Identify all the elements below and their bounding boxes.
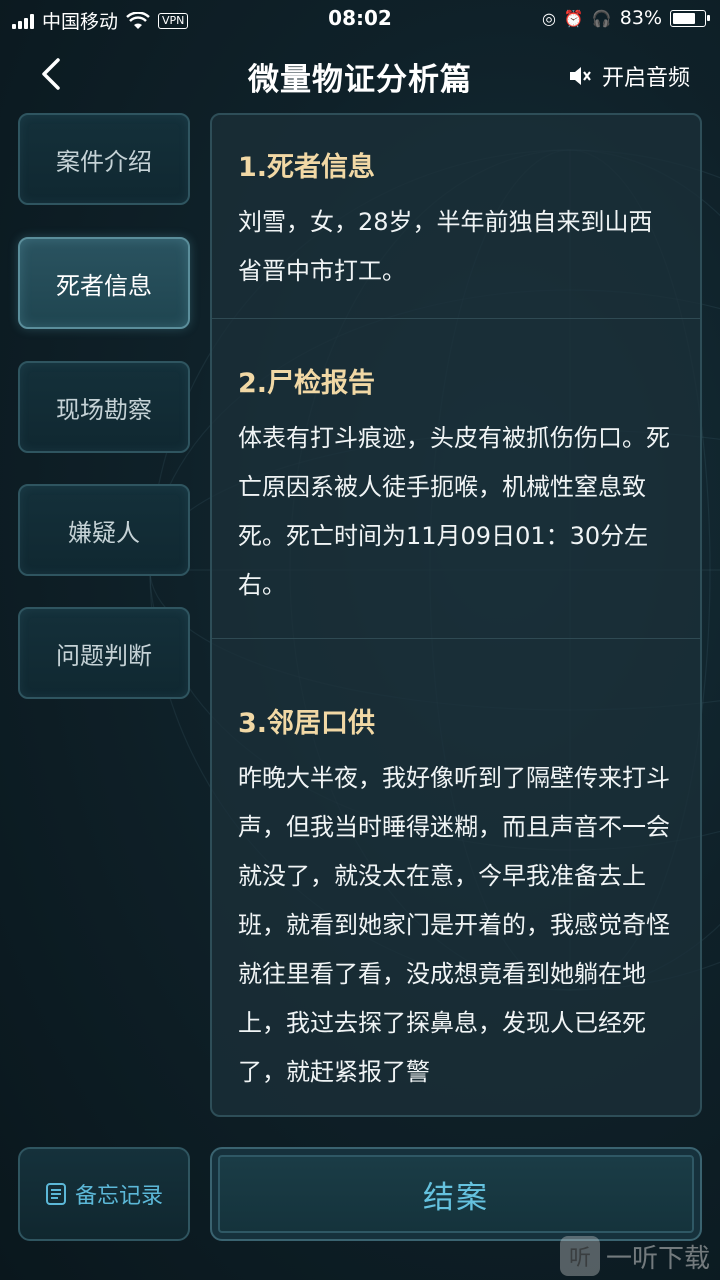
audio-toggle[interactable]: 开启音频 [568, 60, 690, 92]
memo-button[interactable]: 备忘记录 [18, 1147, 190, 1241]
close-case-button[interactable]: 结案 [210, 1147, 702, 1241]
sidebar-item-label: 死者信息 [56, 271, 152, 300]
section-victim-info: 1.死者信息 刘雪，女，28岁，半年前独自来到山西省晋中市打工。 [212, 115, 700, 318]
status-bar: 中国移动 VPN 08:02 ◎ ⏰ 🎧 83% [0, 0, 720, 36]
battery-icon [670, 9, 710, 27]
watermark-logo-icon: 听 [560, 1236, 600, 1276]
sidebar-item-case-intro[interactable]: 案件介绍 [18, 113, 190, 205]
sidebar-item-scene-survey[interactable]: 现场勘察 [18, 361, 190, 453]
sidebar-item-suspects[interactable]: 嫌疑人 [18, 484, 190, 576]
sidebar-item-label: 嫌疑人 [68, 518, 140, 547]
section-title: 2.尸检报告 [238, 368, 376, 399]
sidebar-item-label: 问题判断 [56, 641, 152, 670]
section-body: 体表有打斗痕迹，头皮有被抓伤伤口。死亡原因系被人徒手扼喉，机械性窒息致死。死亡时… [238, 424, 670, 599]
section-body: 昨晚大半夜，我好像听到了隔壁传来打斗声，但我当时睡得迷糊，而且声音不一会就没了，… [238, 764, 670, 1086]
battery-percent: 83% [619, 7, 662, 29]
content-panel[interactable]: 1.死者信息 刘雪，女，28岁，半年前独自来到山西省晋中市打工。 2.尸检报告 … [210, 113, 702, 1117]
speaker-muted-icon [569, 67, 591, 85]
section-neighbor-statement: 3.邻居口供 昨晚大半夜，我好像听到了隔壁传来打斗声，但我当时睡得迷糊，而且声音… [212, 639, 700, 1097]
memo-label: 备忘记录 [74, 1184, 163, 1209]
location-icon: ◎ [541, 8, 556, 28]
section-body: 刘雪，女，28岁，半年前独自来到山西省晋中市打工。 [238, 208, 653, 285]
section-title: 1.死者信息 [238, 152, 376, 183]
watermark: 听 一听下载 [560, 1236, 710, 1276]
header: 微量物证分析篇 开启音频 [0, 42, 720, 106]
sidebar-item-label: 现场勘察 [56, 395, 152, 424]
sidebar-item-judgement[interactable]: 问题判断 [18, 607, 190, 699]
sidebar-item-label: 案件介绍 [56, 147, 152, 176]
watermark-text: 一听下载 [606, 1243, 711, 1274]
alarm-icon: ⏰ [563, 8, 584, 28]
close-case-label: 结案 [423, 1179, 489, 1216]
sidebar-item-victim-info[interactable]: 死者信息 [18, 237, 190, 329]
audio-label: 开启音频 [601, 66, 690, 91]
headphones-icon: 🎧 [591, 8, 612, 28]
notes-icon [45, 1183, 66, 1205]
section-autopsy: 2.尸检报告 体表有打斗痕迹，头皮有被抓伤伤口。死亡原因系被人徒手扼喉，机械性窒… [212, 319, 700, 638]
section-title: 3.邻居口供 [238, 708, 376, 739]
